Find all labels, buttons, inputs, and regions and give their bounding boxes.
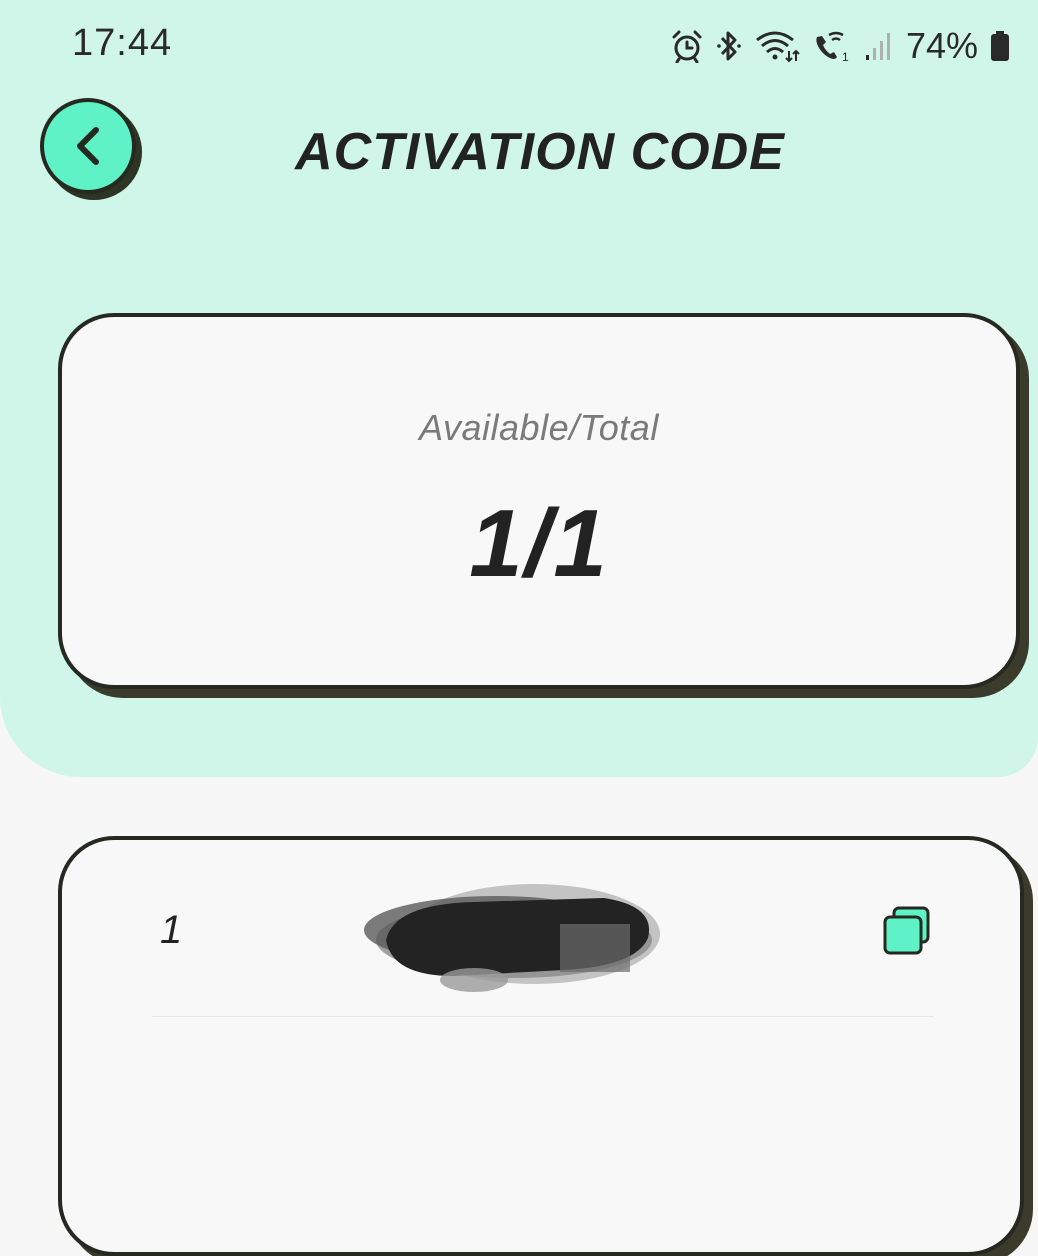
page-title: ACTIVATION CODE	[295, 123, 785, 181]
signal-icon	[864, 29, 894, 63]
status-time: 17:44	[72, 22, 173, 64]
svg-text:1: 1	[842, 50, 849, 63]
code-index: 1	[160, 908, 183, 952]
codes-list-card: 1	[58, 836, 1024, 1256]
battery-icon	[990, 29, 1010, 63]
alarm-icon	[670, 29, 704, 63]
availability-value: 1/1	[469, 490, 609, 597]
wifi-calling-icon: 1	[812, 29, 852, 63]
copy-icon	[882, 906, 932, 961]
availability-label: Available/Total	[419, 407, 659, 448]
availability-card: Available/Total 1/1	[58, 313, 1020, 689]
redacted-code	[364, 868, 664, 998]
battery-percentage: 74%	[905, 25, 978, 66]
bluetooth-icon	[716, 29, 742, 63]
code-row: 1	[152, 880, 934, 1017]
status-icons: 1 74%	[670, 24, 1010, 68]
wifi-icon	[754, 29, 800, 63]
copy-code-button[interactable]	[882, 906, 932, 956]
